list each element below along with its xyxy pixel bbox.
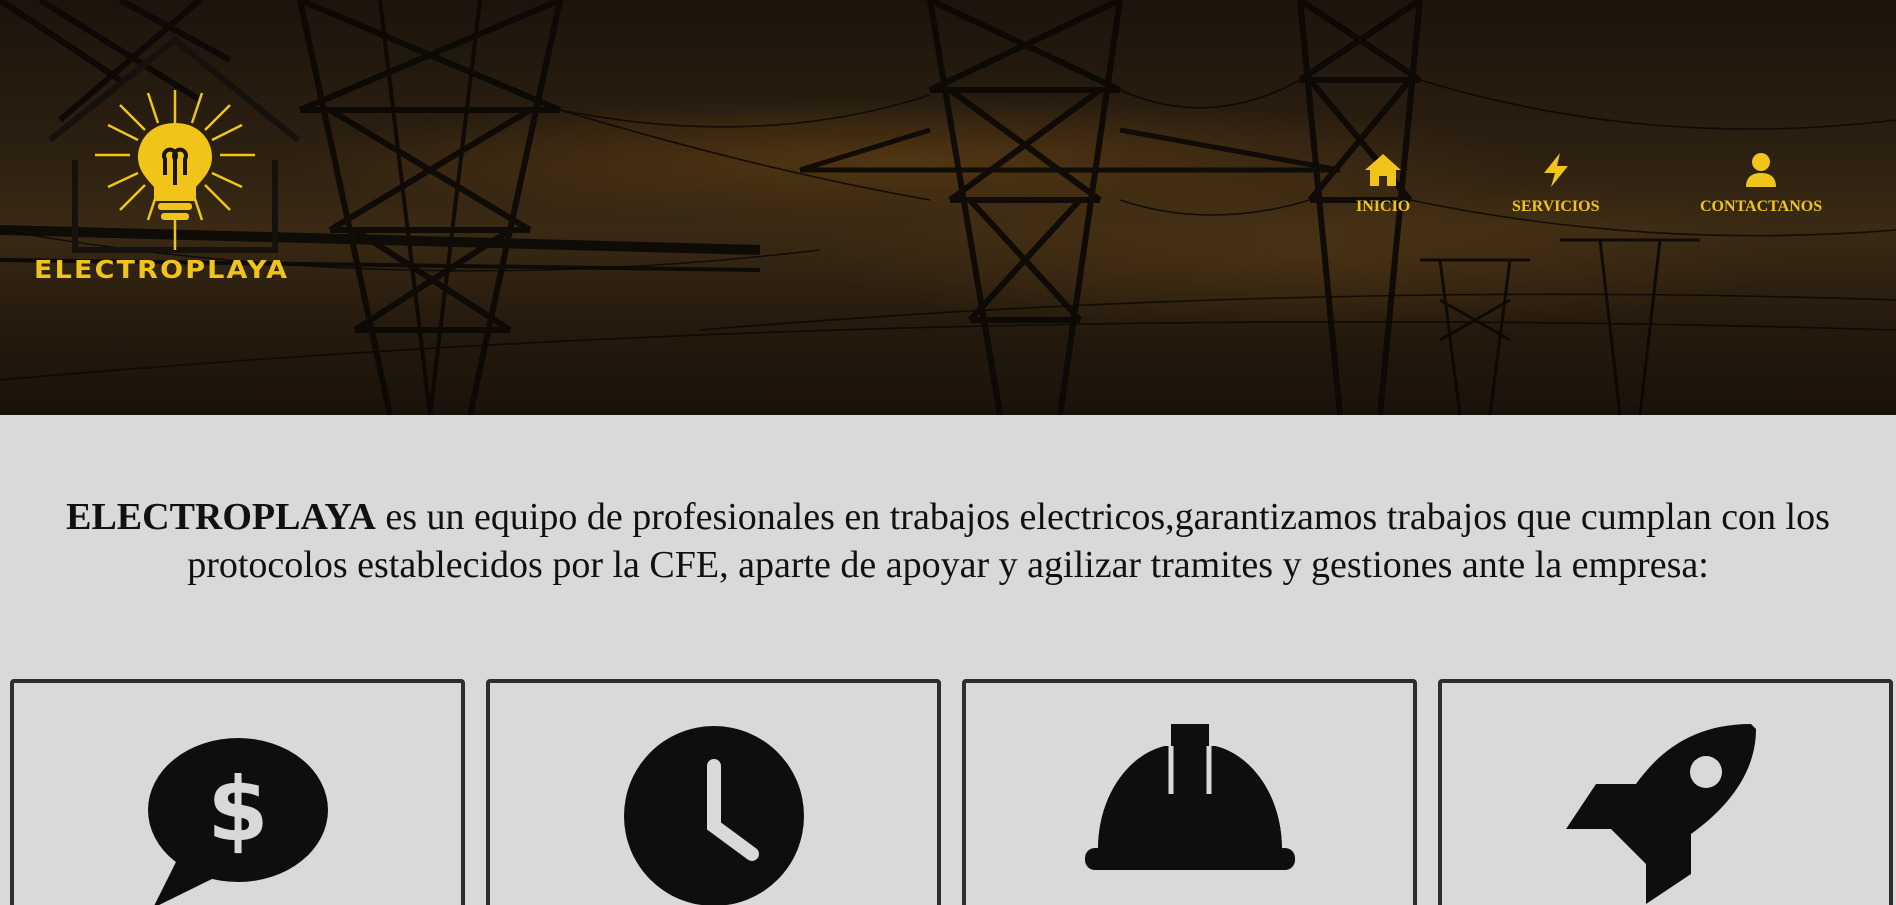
service-card-speed xyxy=(1438,679,1893,905)
nav-label-inicio: INICIO xyxy=(1356,198,1411,215)
service-card-time xyxy=(486,679,941,905)
user-icon xyxy=(1741,150,1781,190)
nav-label-servicios: SERVICIOS xyxy=(1512,198,1600,215)
nav-item-inicio[interactable]: INICIO xyxy=(1356,150,1410,216)
money-chat-icon: $ xyxy=(147,738,328,905)
intro-brand: ELECTROPLAYA xyxy=(66,496,376,538)
nav-item-servicios[interactable]: SERVICIOS xyxy=(1512,150,1599,216)
service-card-safety xyxy=(962,679,1417,905)
nav-item-contactanos[interactable]: CONTACTANOS xyxy=(1700,150,1822,216)
hard-hat-icon xyxy=(1084,724,1295,889)
rocket-icon xyxy=(1565,724,1766,905)
main-nav: INICIO SERVICIOS CONTACTANOS xyxy=(0,150,1896,230)
nav-label-contactanos: CONTACTANOS xyxy=(1700,198,1823,215)
intro-paragraph: ELECTROPLAYA es un equipo de profesional… xyxy=(40,493,1856,589)
intro-text: es un equipo de profesionales en trabajo… xyxy=(187,496,1830,586)
home-icon xyxy=(1363,150,1403,190)
clock-icon xyxy=(623,726,804,905)
lightning-bolt-icon xyxy=(1536,150,1576,190)
service-card-pricing: $ xyxy=(10,679,465,905)
logo-text: ELECTROPLAYA xyxy=(34,255,290,284)
svg-text:$: $ xyxy=(207,758,268,861)
hero-banner: ELECTROPLAYA INICIO SERVICIOS CONTACTANO… xyxy=(0,0,1896,415)
